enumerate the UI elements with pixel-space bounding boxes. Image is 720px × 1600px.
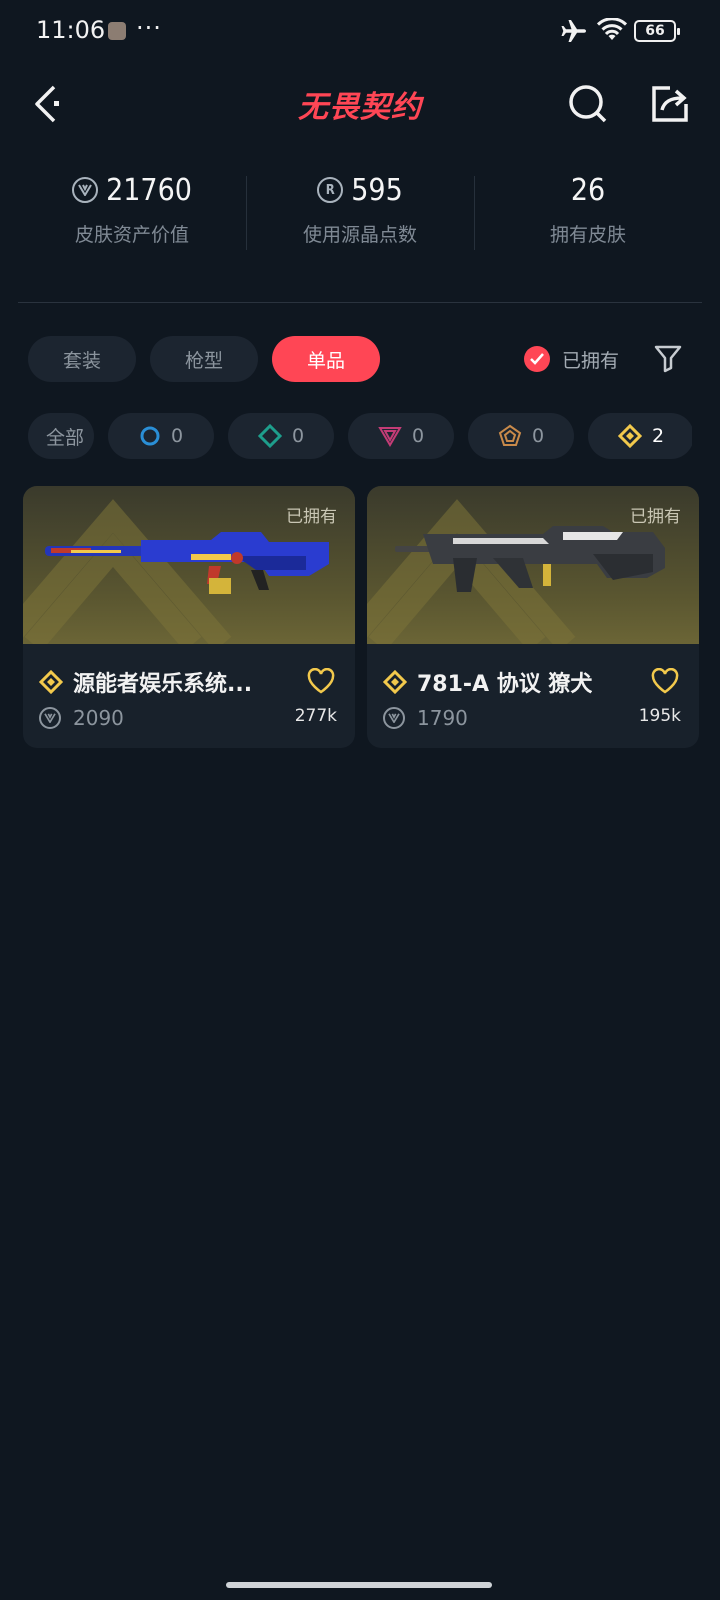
favorite-button[interactable] [651, 667, 679, 694]
exclusive-tier-icon [383, 670, 407, 694]
share-icon [652, 86, 688, 122]
status-time: 11:06 [36, 16, 106, 44]
chip-exclusive-tier[interactable]: 2 [588, 413, 692, 459]
chip-deluxe-tier[interactable]: 0 [228, 413, 334, 459]
stat-value: 26 [570, 172, 606, 208]
category-tabs: 套装 枪型 单品 [28, 336, 380, 382]
airplane-mode-icon [561, 20, 586, 42]
heart-icon [307, 667, 335, 694]
vp-coin-icon [383, 707, 405, 729]
radianite-icon: R [317, 177, 344, 203]
skin-price: 2090 [73, 706, 124, 730]
vp-coin-icon [72, 177, 99, 203]
skin-image: 已拥有 [23, 486, 355, 644]
chip-label: 全部 [45, 426, 84, 449]
status-bar: 11:06 ··· 66 [0, 0, 720, 62]
skin-name: 源能者娱乐系统... [73, 672, 253, 697]
skin-card[interactable]: 已拥有 源能者娱乐系统... 2090 277k [23, 486, 355, 748]
share-button[interactable] [648, 82, 692, 126]
chip-all[interactable]: 全部 [28, 413, 94, 459]
like-count: 195k [638, 706, 681, 726]
stat-label: 使用源晶点数 [302, 224, 417, 246]
home-indicator[interactable] [226, 1582, 492, 1588]
owned-tag: 已拥有 [286, 507, 337, 527]
app-header: 无畏契约 [0, 62, 720, 142]
skin-card[interactable]: 已拥有 781-A 协议 獠犬 1790 195k [367, 486, 699, 748]
chip-count: 0 [411, 425, 425, 447]
chip-select-tier[interactable]: 0 [108, 413, 214, 459]
tab-gun-type[interactable]: 枪型 [150, 336, 258, 382]
search-icon [569, 85, 607, 123]
chip-count: 0 [531, 425, 545, 447]
favorite-button[interactable] [307, 667, 335, 694]
ultra-tier-icon [498, 424, 522, 446]
stats-summary: 21760 皮肤资产价值 R 595 使用源晶点数 26 拥有皮肤 [18, 168, 702, 264]
skin-grid: 已拥有 源能者娱乐系统... 2090 277k 已拥有 781-A 协议 獠犬… [23, 486, 699, 748]
notification-icon [108, 22, 126, 40]
app-logo: 无畏契约 [298, 90, 422, 125]
filter-icon [654, 345, 682, 373]
owned-toggle-label: 已拥有 [562, 349, 620, 372]
check-icon [524, 346, 550, 372]
rifle-blue-icon [45, 532, 329, 594]
exclusive-tier-icon [617, 424, 642, 448]
rifle-black-icon [395, 526, 665, 592]
owned-tag: 已拥有 [630, 507, 681, 527]
like-count: 277k [294, 706, 337, 726]
exclusive-tier-icon [39, 670, 63, 694]
stat-radianite-used: R 595 使用源晶点数 [246, 168, 474, 264]
battery-icon: 66 [634, 20, 680, 42]
filter-button[interactable] [652, 342, 684, 374]
wifi-icon [596, 18, 628, 40]
stat-value: 21760 [106, 172, 192, 208]
tab-bundle[interactable]: 套装 [28, 336, 136, 382]
skin-image: 已拥有 [367, 486, 699, 644]
chip-count: 0 [291, 425, 305, 447]
skin-name: 781-A 协议 獠犬 [417, 672, 593, 697]
chip-count: 2 [651, 425, 665, 447]
owned-toggle[interactable]: 已拥有 [524, 342, 619, 376]
skin-price: 1790 [417, 706, 468, 730]
stat-label: 拥有皮肤 [549, 224, 626, 246]
deluxe-tier-icon [257, 424, 282, 448]
chip-ultra-tier[interactable]: 0 [468, 413, 574, 459]
stat-label: 皮肤资产价值 [74, 224, 189, 246]
chip-premium-tier[interactable]: 0 [348, 413, 454, 459]
chip-count: 0 [170, 425, 184, 447]
search-button[interactable] [566, 82, 610, 126]
stat-skin-asset-value: 21760 皮肤资产价值 [18, 168, 246, 264]
divider [18, 302, 702, 303]
stat-owned-skins: 26 拥有皮肤 [474, 168, 702, 264]
heart-icon [651, 667, 679, 694]
more-notifications-icon: ··· [136, 14, 162, 42]
vp-coin-icon [39, 707, 61, 729]
stat-value: 595 [351, 172, 403, 208]
premium-tier-icon [378, 427, 402, 447]
tab-single[interactable]: 单品 [272, 336, 380, 382]
select-tier-icon [140, 426, 160, 446]
rarity-filter-bar: 全部 0 0 0 0 2 [28, 413, 692, 459]
